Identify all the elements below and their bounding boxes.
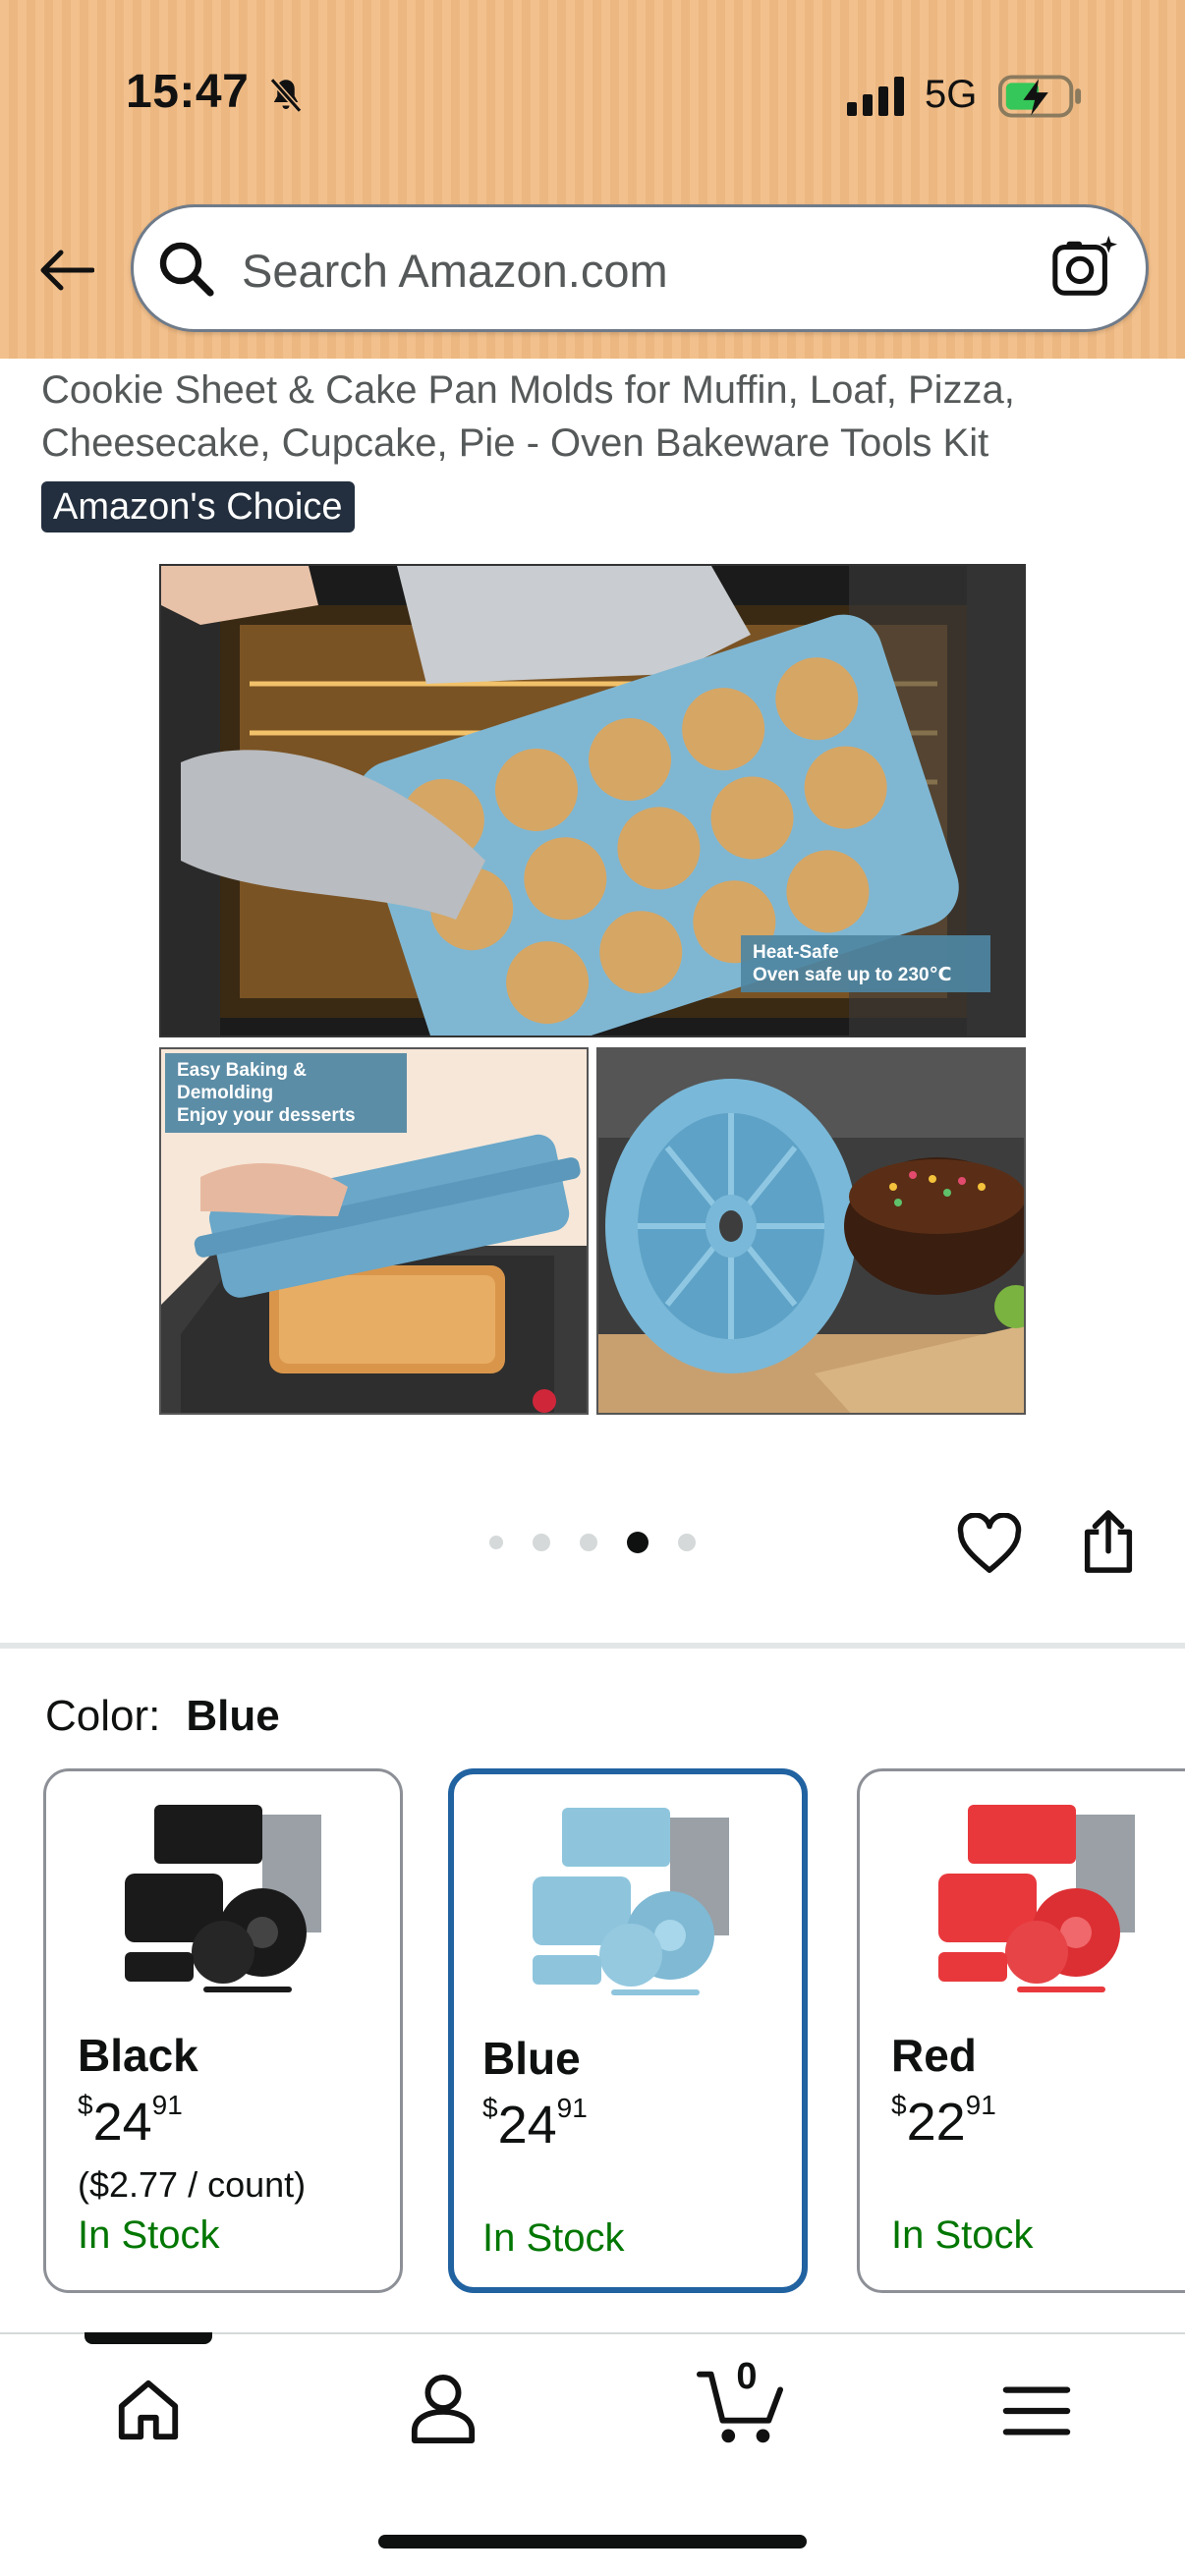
bakeware-set-black-image <box>125 1805 321 1992</box>
product-title-line: Cookie Sheet & Cake Pan Molds for Muffin… <box>41 368 1015 412</box>
bakeware-set-blue-image <box>533 1808 729 1995</box>
account-icon[interactable] <box>409 2372 478 2444</box>
color-option-red[interactable]: Red $2291 In Stock <box>857 1768 1185 2293</box>
image-pagination-dots <box>489 1531 696 1554</box>
home-indicator <box>378 2535 807 2548</box>
network-label: 5G <box>925 73 978 116</box>
arrow-left-icon <box>40 250 94 291</box>
caption-text: Enjoy your desserts <box>177 1105 356 1126</box>
price-currency: $ <box>78 2090 93 2120</box>
color-label: Color: Blue <box>45 1692 280 1741</box>
color-option-price: $2491 <box>482 2093 588 2156</box>
easy-baking-caption: Easy Baking & Demolding Enjoy your desse… <box>165 1053 407 1133</box>
color-label-text: Color: <box>45 1692 161 1740</box>
price-whole: 24 <box>92 2093 152 2152</box>
product-image-loaf[interactable]: Easy Baking & Demolding Enjoy your desse… <box>159 1047 589 1415</box>
stock-status: In Stock <box>891 2213 1034 2257</box>
price-currency: $ <box>482 2093 498 2123</box>
selected-color-value: Blue <box>186 1692 280 1740</box>
color-option-price: $2491 <box>78 2090 183 2153</box>
menu-icon[interactable] <box>1002 2381 1071 2440</box>
status-time: 15:47 <box>126 66 250 118</box>
header: 15:47 5G Search Amazon.com <box>0 0 1185 359</box>
color-option-price: $2291 <box>891 2090 996 2153</box>
caption-title: Easy Baking & Demolding <box>177 1060 307 1103</box>
heat-safe-caption: Heat-Safe Oven safe up to 230℃ <box>741 935 990 992</box>
caption-text: Oven safe up to 230℃ <box>753 965 952 985</box>
signal-icon <box>847 77 904 116</box>
price-fraction: 91 <box>556 2093 588 2123</box>
product-title-line: Cheesecake, Cupcake, Pie - Oven Bakeware… <box>41 421 989 465</box>
bakeware-set-red-image <box>938 1805 1135 1992</box>
battery-charging-icon <box>998 75 1082 118</box>
price-fraction: 91 <box>151 2090 183 2120</box>
section-divider <box>0 1643 1185 1649</box>
camera-lens-icon[interactable] <box>1049 232 1118 301</box>
pagination-dot[interactable] <box>533 1534 550 1551</box>
back-button[interactable] <box>31 236 100 305</box>
price-whole: 22 <box>906 2093 966 2152</box>
stock-status: In Stock <box>482 2216 625 2260</box>
product-image-gallery[interactable]: Heat-Safe Oven safe up to 230℃ Easy Baki… <box>159 564 1026 1415</box>
color-option-blue[interactable]: Blue $2491 In Stock <box>448 1768 808 2293</box>
unit-price: ($2.77 / count) <box>78 2164 307 2205</box>
price-whole: 24 <box>497 2096 557 2155</box>
pagination-dot[interactable] <box>580 1534 597 1551</box>
pagination-dot-active[interactable] <box>627 1532 649 1553</box>
bundt-cake-illustration <box>598 1049 1024 1413</box>
search-icon <box>159 242 214 297</box>
color-option-name: Red <box>891 2030 977 2081</box>
amazons-choice-badge: Amazon's Choice <box>41 481 355 532</box>
pagination-dot[interactable] <box>678 1534 696 1551</box>
cart-count[interactable]: 0 <box>727 2356 766 2398</box>
color-option-name: Blue <box>482 2033 581 2084</box>
color-option-name: Black <box>78 2030 198 2081</box>
product-image-bundt[interactable] <box>596 1047 1026 1415</box>
nav-active-indicator <box>85 2332 212 2344</box>
color-option-black[interactable]: Black $2491 ($2.77 / count) In Stock <box>43 1768 403 2293</box>
product-image-oven[interactable]: Heat-Safe Oven safe up to 230℃ <box>159 564 1026 1037</box>
heart-icon[interactable] <box>957 1513 1022 1578</box>
stock-status: In Stock <box>78 2213 220 2257</box>
product-title: Cookie Sheet & Cake Pan Molds for Muffin… <box>41 364 1152 470</box>
pagination-dot[interactable] <box>489 1536 503 1549</box>
bell-slash-icon <box>269 78 303 113</box>
price-currency: $ <box>891 2090 907 2120</box>
caption-title: Heat-Safe <box>753 942 839 963</box>
share-icon[interactable] <box>1079 1509 1138 1574</box>
price-fraction: 91 <box>965 2090 996 2120</box>
home-icon[interactable] <box>114 2376 183 2444</box>
search-placeholder[interactable]: Search Amazon.com <box>242 244 668 298</box>
